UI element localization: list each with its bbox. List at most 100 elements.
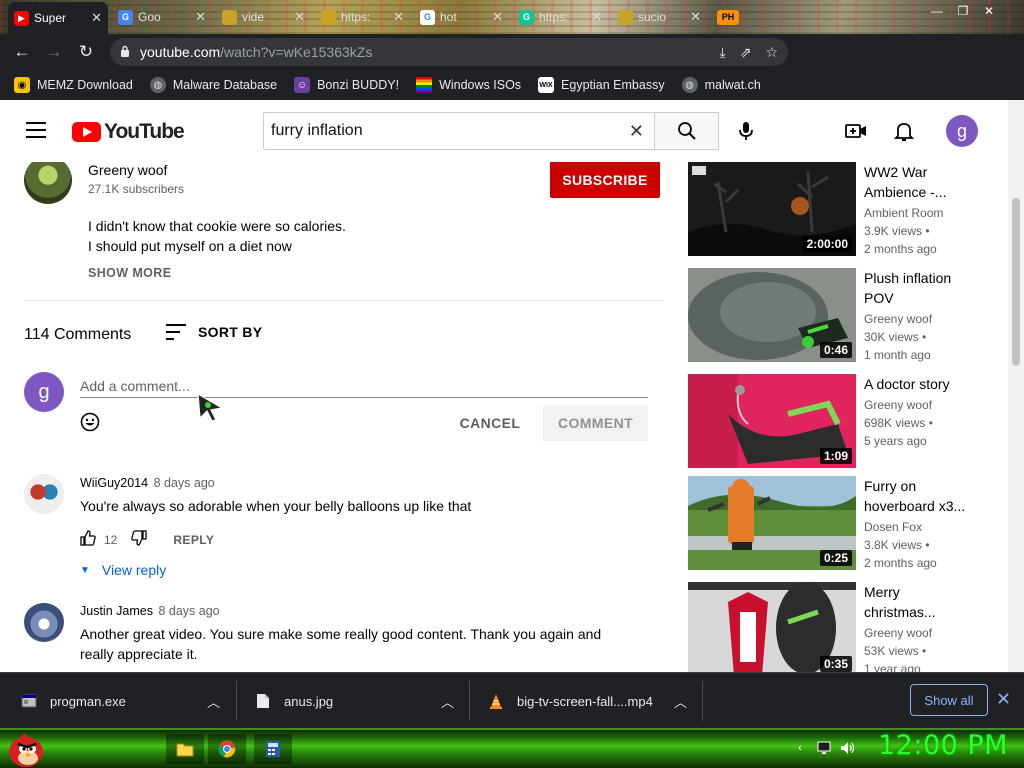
close-icon[interactable]: ✕ (91, 10, 102, 26)
menu-icon[interactable] (26, 122, 46, 138)
video-thumbnail[interactable]: 0:46 (688, 268, 856, 362)
channel-name[interactable]: Greeny woof (88, 162, 167, 178)
tab-sucio[interactable]: sucio ✕ (612, 4, 707, 30)
volume-icon[interactable] (840, 740, 856, 756)
forward-icon[interactable]: → (38, 36, 70, 68)
bookmark-star-icon[interactable]: ☆ (765, 44, 778, 61)
reply-button[interactable]: REPLY (173, 533, 214, 547)
video-channel[interactable]: Greeny woof (864, 396, 932, 414)
notifications-bell-icon[interactable] (892, 119, 916, 143)
back-icon[interactable]: ← (6, 36, 38, 68)
tab-https-2[interactable]: G https: ✕ (513, 4, 608, 30)
recommendation-item[interactable]: 2:00:00 WW2 War Ambience -... Ambient Ro… (688, 162, 988, 258)
close-icon[interactable]: ✕ (393, 9, 404, 25)
tab-video[interactable]: vide ✕ (216, 4, 311, 30)
comment-author[interactable]: WiiGuy2014 (80, 476, 148, 490)
close-icon[interactable]: ✕ (996, 689, 1011, 710)
commenter-avatar[interactable] (24, 602, 64, 642)
tab-ph[interactable]: PH (711, 4, 791, 30)
video-channel[interactable]: Greeny woof (864, 310, 932, 328)
close-icon[interactable]: ✕ (690, 9, 701, 25)
maximize-icon[interactable]: ❐ (950, 0, 976, 22)
view-reply-button[interactable]: ▼ View reply (80, 562, 166, 578)
close-icon[interactable]: ✕ (492, 9, 503, 25)
minimize-icon[interactable]: — (924, 0, 950, 22)
bookmark-bonzi[interactable]: ☺ Bonzi BUDDY! (294, 77, 399, 93)
video-thumbnail[interactable]: 0:35 (688, 582, 856, 672)
video-title[interactable]: Merry christmas... (864, 582, 974, 622)
comment-author[interactable]: Justin James (80, 604, 153, 618)
close-icon[interactable]: ✕ (294, 9, 305, 25)
comment-date[interactable]: 8 days ago (158, 604, 219, 618)
chevron-up-icon[interactable]: ︿ (674, 692, 687, 711)
subscribe-button[interactable]: SUBSCRIBE (550, 161, 660, 198)
video-thumbnail[interactable]: 0:25 (688, 476, 856, 570)
clear-search-icon[interactable]: ✕ (629, 121, 644, 142)
bookmark-malware-db[interactable]: ◍ Malware Database (149, 77, 277, 93)
download-item[interactable]: big-tv-screen-fall....mp4 ︿ (487, 673, 687, 729)
emoji-icon[interactable] (80, 412, 100, 432)
taskbar-clock[interactable]: 12:00 PM (878, 730, 1008, 761)
video-title[interactable]: A doctor story (864, 374, 974, 394)
page-scrollbar[interactable] (1008, 100, 1024, 672)
comment-date[interactable]: 8 days ago (154, 476, 215, 490)
youtube-logo[interactable]: YouTube (72, 120, 185, 144)
download-item[interactable]: progman.exe ︿ (20, 673, 220, 729)
channel-avatar[interactable] (24, 156, 72, 204)
browser-toolbar: ← → ↻ youtube.com/watch?v=wKe15363kZs ⤓ … (0, 34, 1024, 94)
share-icon[interactable]: ⇗ (740, 44, 752, 61)
video-thumbnail[interactable]: 2:00:00 (688, 162, 856, 256)
search-input[interactable]: furry inflation ✕ (263, 112, 655, 150)
reload-icon[interactable]: ↻ (70, 36, 102, 68)
tab-https-1[interactable]: https: ✕ (315, 4, 410, 30)
comment-button[interactable]: COMMENT (543, 405, 648, 441)
close-icon[interactable]: ✕ (591, 9, 602, 25)
bookmark-memz[interactable]: ◉ MEMZ Download (14, 77, 133, 93)
tray-chevron-icon[interactable]: ‹ (792, 740, 808, 756)
recommendation-item[interactable]: 0:46 Plush inflation POV Greeny woof 30K… (688, 268, 988, 364)
bookmark-egyptian-embassy[interactable]: WIX Egyptian Embassy (538, 77, 665, 93)
close-icon[interactable]: ✕ (195, 9, 206, 25)
chrome-icon[interactable] (208, 734, 246, 764)
video-title[interactable]: Plush inflation POV (864, 268, 974, 308)
search-value: furry inflation (271, 122, 363, 139)
tab-google[interactable]: G Goo ✕ (112, 4, 212, 30)
show-all-button[interactable]: Show all (910, 684, 988, 716)
close-window-icon[interactable]: ✕ (976, 0, 1002, 22)
network-icon[interactable] (816, 740, 832, 756)
calculator-icon[interactable] (254, 734, 292, 764)
search-button[interactable] (655, 112, 719, 150)
bookmark-windows-isos[interactable]: Windows ISOs (416, 77, 521, 93)
bookmark-malwatch[interactable]: ◍ malwat.ch (681, 77, 761, 93)
chevron-up-icon[interactable]: ︿ (441, 692, 454, 711)
video-channel[interactable]: Greeny woof (864, 624, 932, 642)
recommendation-item[interactable]: 0:25 Furry on hoverboard x3... Dosen Fox… (688, 476, 988, 572)
add-comment-input[interactable]: Add a comment... (80, 374, 648, 398)
tab-hot[interactable]: G hot ✕ (414, 4, 509, 30)
video-age: 5 years ago (864, 434, 927, 448)
video-channel[interactable]: Dosen Fox (864, 518, 922, 536)
chevron-up-icon[interactable]: ︿ (207, 692, 220, 711)
scrollbar-thumb[interactable] (1012, 198, 1020, 366)
download-item[interactable]: anus.jpg ︿ (254, 673, 454, 729)
show-more-button[interactable]: SHOW MORE (88, 266, 171, 280)
install-icon[interactable]: ⤓ (720, 44, 726, 61)
microphone-icon[interactable] (734, 119, 758, 143)
video-title[interactable]: Furry on hoverboard x3... (864, 476, 974, 516)
like-icon[interactable] (80, 530, 96, 549)
sort-by-button[interactable]: SORT BY (166, 324, 262, 340)
recommendation-item[interactable]: 0:35 Merry christmas... Greeny woof 53K … (688, 582, 988, 672)
create-video-icon[interactable] (844, 119, 868, 143)
start-button-angry-bird-icon[interactable] (6, 730, 46, 768)
file-explorer-icon[interactable] (166, 734, 204, 764)
account-avatar[interactable]: g (946, 115, 978, 147)
recommendation-item[interactable]: 1:09 A doctor story Greeny woof 698K vie… (688, 374, 988, 470)
video-thumbnail[interactable]: 1:09 (688, 374, 856, 468)
cancel-button[interactable]: CANCEL (450, 405, 530, 441)
dislike-icon[interactable] (131, 530, 148, 549)
video-title[interactable]: WW2 War Ambience -... (864, 162, 974, 202)
commenter-avatar[interactable] (24, 474, 64, 514)
video-channel[interactable]: Ambient Room (864, 204, 943, 222)
tab-youtube[interactable]: ▶ Super ✕ (8, 2, 108, 34)
address-bar[interactable]: youtube.com/watch?v=wKe15363kZs ⤓ ⇗ ☆ (110, 38, 788, 66)
